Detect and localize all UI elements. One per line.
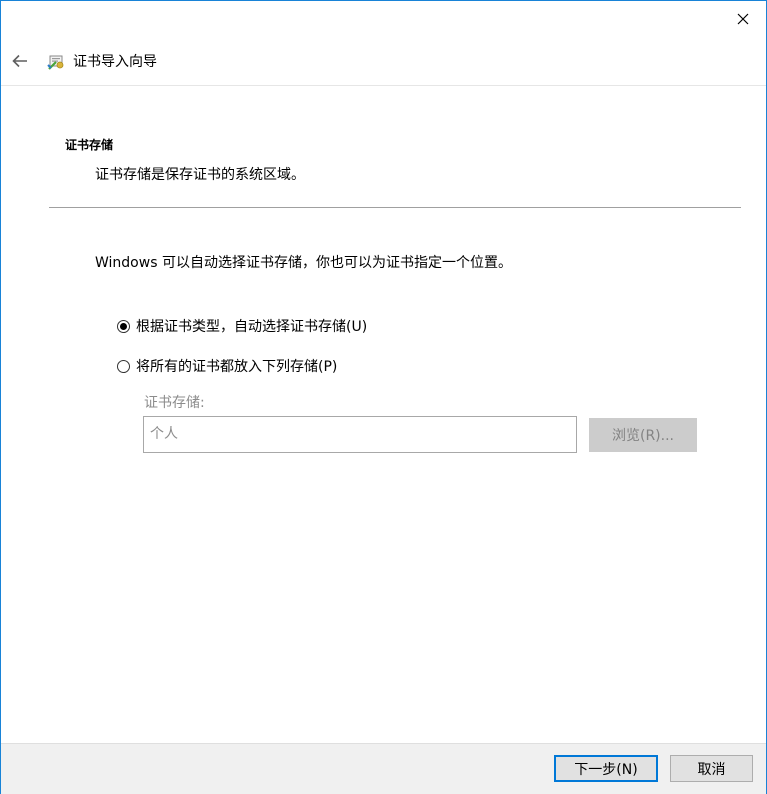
wizard-title: 证书导入向导 [73, 54, 157, 70]
store-label: 证书存储: [144, 395, 205, 411]
back-arrow-icon [12, 54, 27, 68]
close-button[interactable] [720, 1, 766, 37]
browse-button[interactable]: 浏览(R)... [589, 418, 697, 452]
wizard-footer: 下一步(N) 取消 [1, 743, 766, 794]
next-button[interactable]: 下一步(N) [554, 755, 658, 782]
store-input[interactable]: 个人 [143, 416, 577, 453]
wizard-window: 证书导入向导 证书存储 证书存储是保存证书的系统区域。 Windows 可以自动… [0, 0, 767, 794]
close-icon [737, 13, 749, 25]
section-divider [49, 207, 741, 208]
header-separator [1, 85, 766, 86]
section-description: 证书存储是保存证书的系统区域。 [95, 167, 305, 183]
auto-select-radio[interactable] [117, 319, 130, 333]
cancel-button[interactable]: 取消 [670, 755, 753, 782]
intro-text: Windows 可以自动选择证书存储，你也可以为证书指定一个位置。 [95, 255, 512, 271]
manual-store-option[interactable]: 将所有的证书都放入下列存储(P) [117, 356, 337, 376]
auto-select-label: 根据证书类型，自动选择证书存储(U) [136, 319, 368, 335]
wizard-header: 证书导入向导 [1, 37, 766, 85]
back-button[interactable] [9, 50, 31, 72]
certificate-wizard-icon [47, 51, 67, 71]
section-title: 证书存储 [65, 138, 114, 152]
auto-select-option[interactable]: 根据证书类型，自动选择证书存储(U) [117, 316, 367, 336]
manual-store-label: 将所有的证书都放入下列存储(P) [136, 359, 338, 375]
manual-store-radio[interactable] [117, 359, 130, 373]
